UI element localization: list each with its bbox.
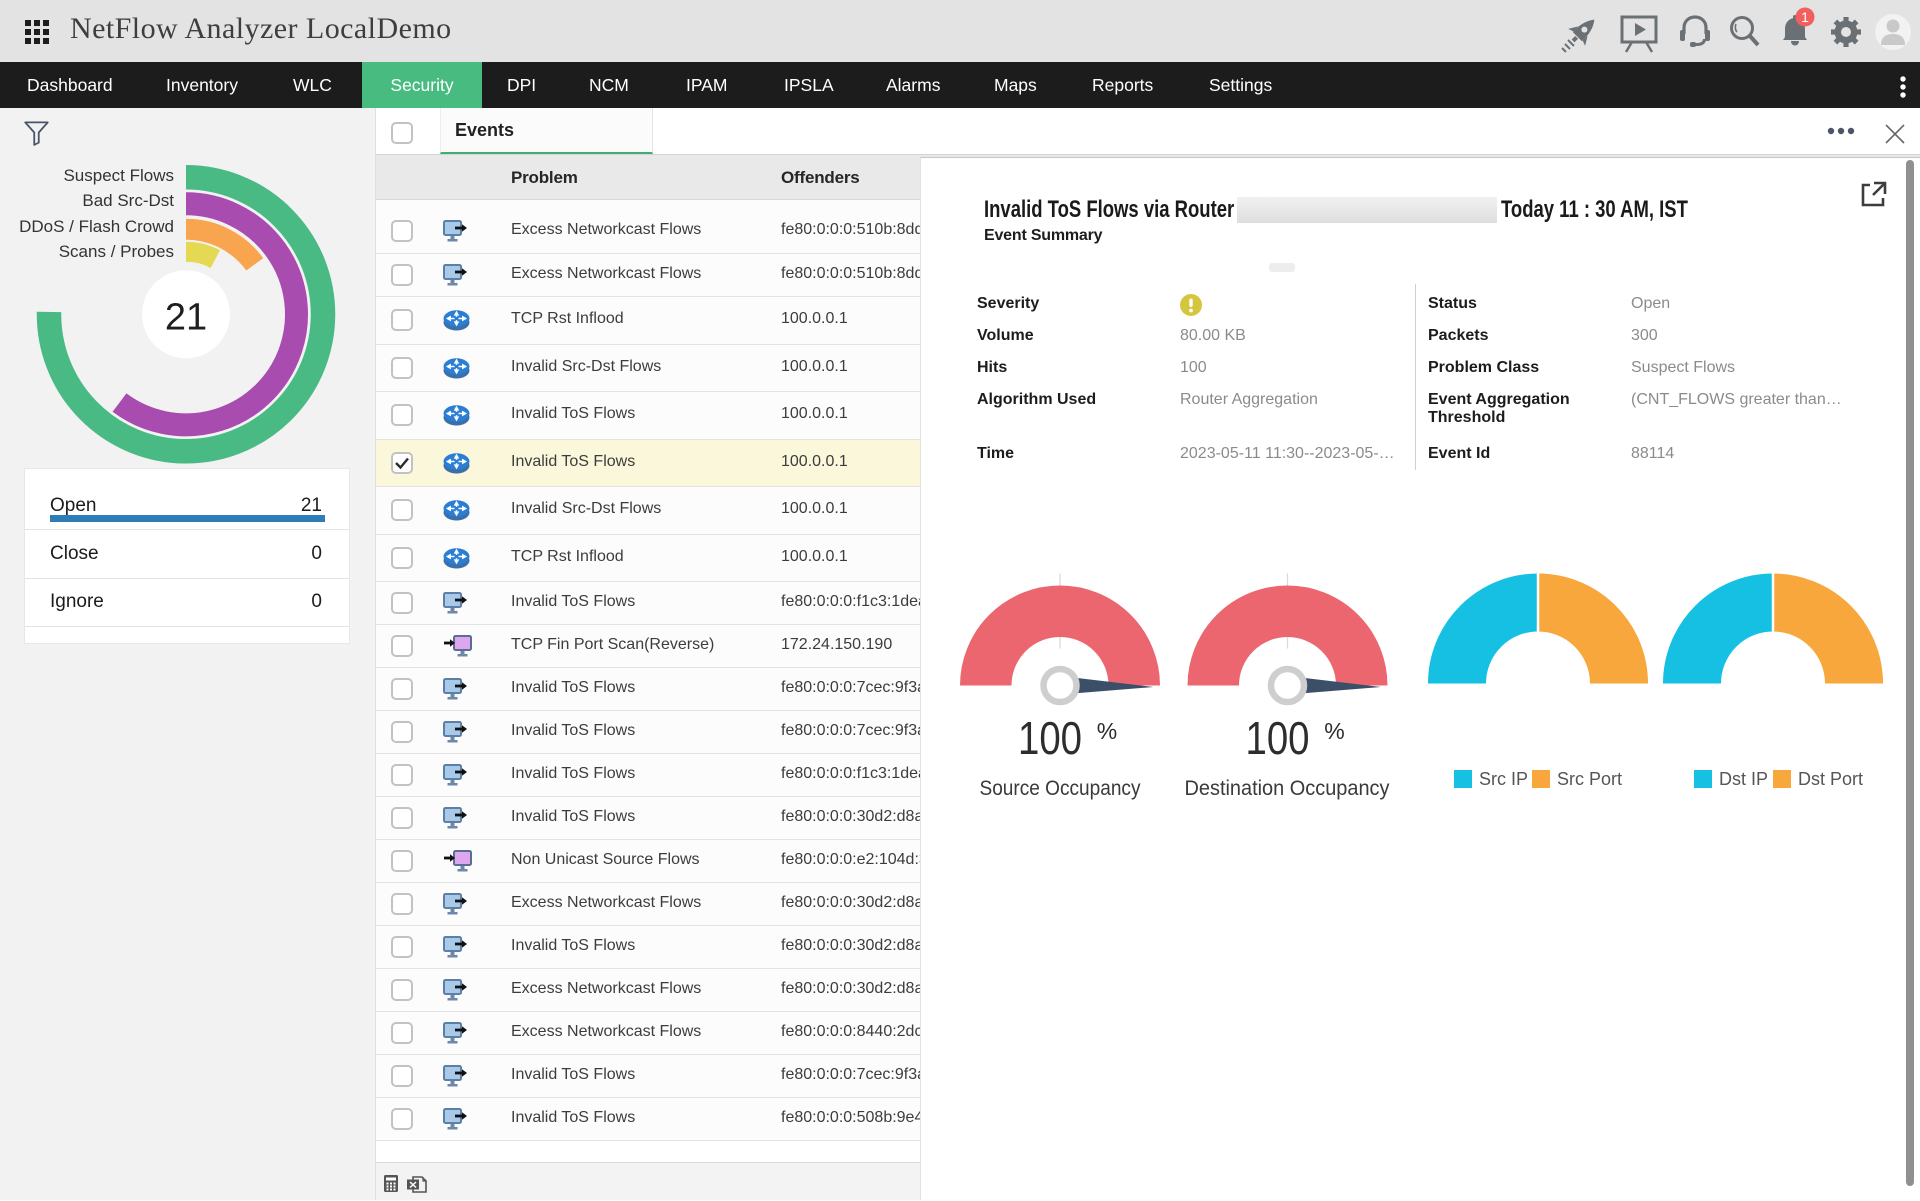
svg-text:100: 100 bbox=[1018, 712, 1082, 764]
svg-text:100: 100 bbox=[1246, 712, 1310, 764]
svg-text:Source Occupancy: Source Occupancy bbox=[980, 777, 1141, 800]
svg-text:%: % bbox=[1097, 718, 1117, 744]
svg-text:21: 21 bbox=[165, 296, 207, 338]
svg-text:Destination Occupancy: Destination Occupancy bbox=[1185, 777, 1390, 800]
svg-text:%: % bbox=[1324, 718, 1344, 744]
svg-text:1: 1 bbox=[1801, 9, 1809, 25]
